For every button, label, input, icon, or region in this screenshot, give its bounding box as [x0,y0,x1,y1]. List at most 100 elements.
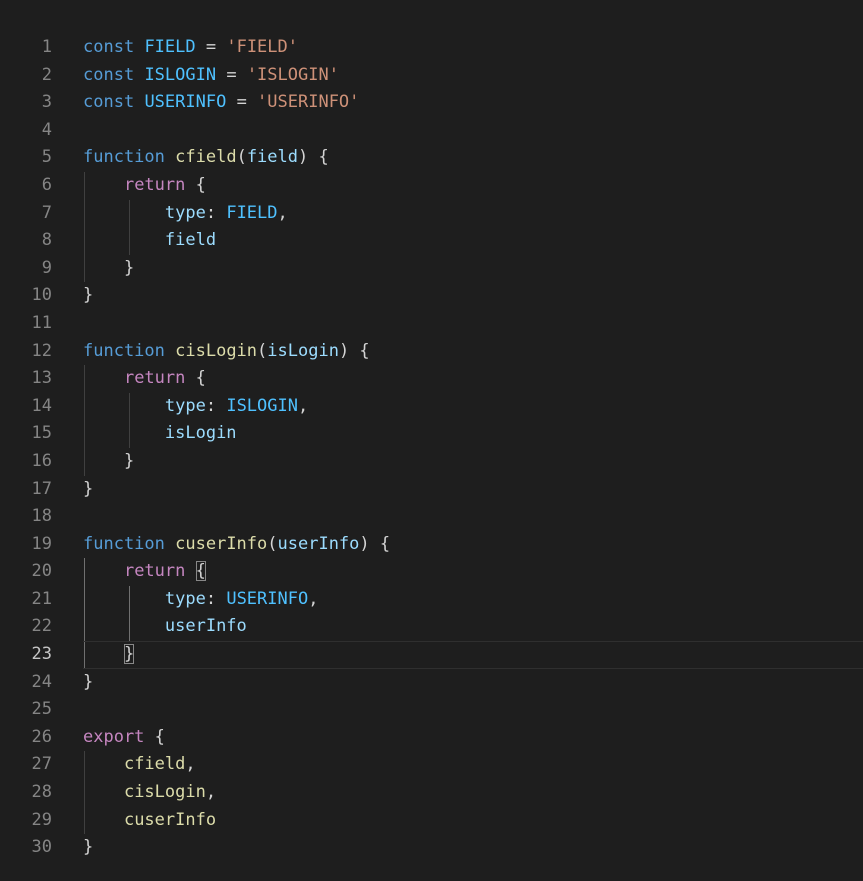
code-line[interactable]: 12 function cisLogin(isLogin) { [0,338,863,366]
line-number: 24 [31,671,52,692]
string-token: 'USERINFO' [257,92,360,113]
code-editor[interactable]: 1 const FIELD = 'FIELD' 2 const ISLOGIN = '… [0,34,863,862]
punctuation-token: = [195,37,227,57]
keyword-token: function [83,340,165,361]
line-number: 13 [31,368,52,389]
punctuation-token [165,534,175,554]
punctuation-token: { [185,368,206,389]
punctuation-token: , [308,588,319,609]
function-name-token: cisLogin [123,782,206,803]
code-line[interactable]: 27 cfield, [0,751,863,780]
code-line[interactable]: 1 const FIELD = 'FIELD' [0,34,863,62]
line-number: 4 [41,119,52,140]
punctuation-token: } [83,478,94,499]
punctuation-token [83,423,165,443]
line-content: } [83,255,134,283]
line-number: 3 [41,92,52,113]
line-number: 14 [31,395,52,416]
keyword-token: const [83,92,135,113]
control-keyword-token: export [83,726,145,747]
code-line[interactable]: 30} [0,834,863,862]
line-number: 11 [31,312,52,333]
variable-token: isLogin [267,340,339,361]
code-line[interactable]: 6 return { [0,171,863,200]
line-number: 21 [31,588,52,609]
constant-token: FIELD [226,202,278,223]
keyword-token: function [83,147,165,168]
punctuation-token: } [83,285,94,306]
punctuation-token [134,37,144,57]
code-line[interactable]: 26 export { [0,724,863,752]
punctuation-token: , [205,782,217,803]
punctuation-token: ( [267,533,278,554]
line-content: type: FIELD, [83,200,288,228]
code-line[interactable]: 8 field [0,227,863,255]
punctuation-token: , [277,202,288,223]
line-number: 7 [41,202,52,223]
code-line[interactable]: 25 [0,696,863,724]
control-keyword-token: return [123,561,186,582]
line-content: const FIELD = 'FIELD' [83,34,298,62]
code-line[interactable]: 21 type: USERINFO, [0,585,863,614]
punctuation-token: ) { [359,533,391,554]
line-content: cuserInfo [83,807,216,835]
punctuation-token: } [83,671,94,692]
punctuation-token: } [83,450,135,471]
code-line[interactable]: 15 isLogin [0,420,863,448]
code-line[interactable]: 14 type: ISLOGIN, [0,392,863,421]
line-content: } [83,834,93,862]
code-line[interactable]: 7 type: FIELD, [0,199,863,228]
code-line[interactable]: 18 [0,503,863,531]
code-line[interactable]: 19 function cuserInfo(userInfo) { [0,531,863,559]
code-line[interactable]: 3 const USERINFO = 'USERINFO' [0,89,863,117]
line-number: 6 [41,174,52,195]
line-content: field [83,227,216,255]
punctuation-token [83,616,165,636]
punctuation-token [83,782,124,802]
code-line[interactable]: 29 cuserInfo [0,806,863,835]
line-content: isLogin [83,420,237,448]
punctuation-token: , [185,754,196,775]
punctuation-token: : [205,588,227,609]
punctuation-token: = [226,92,258,113]
constant-token: ISLOGIN [226,395,298,416]
line-number: 15 [31,423,52,444]
punctuation-token [134,92,144,112]
line-number: 10 [31,285,52,306]
code-line[interactable]: 2 const ISLOGIN = 'ISLOGIN' [0,62,863,90]
line-number: 1 [41,37,52,57]
line-number: 22 [31,616,52,637]
punctuation-token [83,203,165,223]
code-line[interactable]: 10} [0,282,863,310]
line-number: 16 [31,450,52,471]
line-content: return { [83,172,206,200]
code-line[interactable]: 16 } [0,447,863,476]
punctuation-token [83,754,124,774]
code-line[interactable]: 23 } [0,641,863,669]
code-line[interactable]: 11 [0,310,863,338]
code-line[interactable]: 28 cisLogin, [0,779,863,807]
code-line[interactable]: 4 [0,117,863,145]
punctuation-token [165,147,175,167]
variable-token: field [246,147,298,168]
code-line[interactable]: 24} [0,669,863,697]
line-number: 8 [41,230,52,251]
code-line[interactable]: 20 return { [0,558,863,586]
line-content: const USERINFO = 'USERINFO' [83,89,359,117]
code-line[interactable]: 13 return { [0,365,863,393]
punctuation-token [83,175,124,195]
string-token: 'FIELD' [226,37,298,57]
code-line[interactable]: 9 } [0,254,863,283]
code-line[interactable]: 5 function cfield(field) { [0,144,863,172]
punctuation-token: } [83,837,94,858]
code-line[interactable]: 22 userInfo [0,613,863,642]
string-token: 'ISLOGIN' [246,64,339,85]
punctuation-token [83,644,124,664]
constant-token: FIELD [144,37,196,57]
line-content: type: ISLOGIN, [83,393,308,421]
variable-token: userInfo [164,616,247,637]
line-number: 30 [31,837,52,858]
line-content: type: USERINFO, [83,586,319,614]
variable-token: field [164,230,217,251]
code-line[interactable]: 17} [0,476,863,504]
